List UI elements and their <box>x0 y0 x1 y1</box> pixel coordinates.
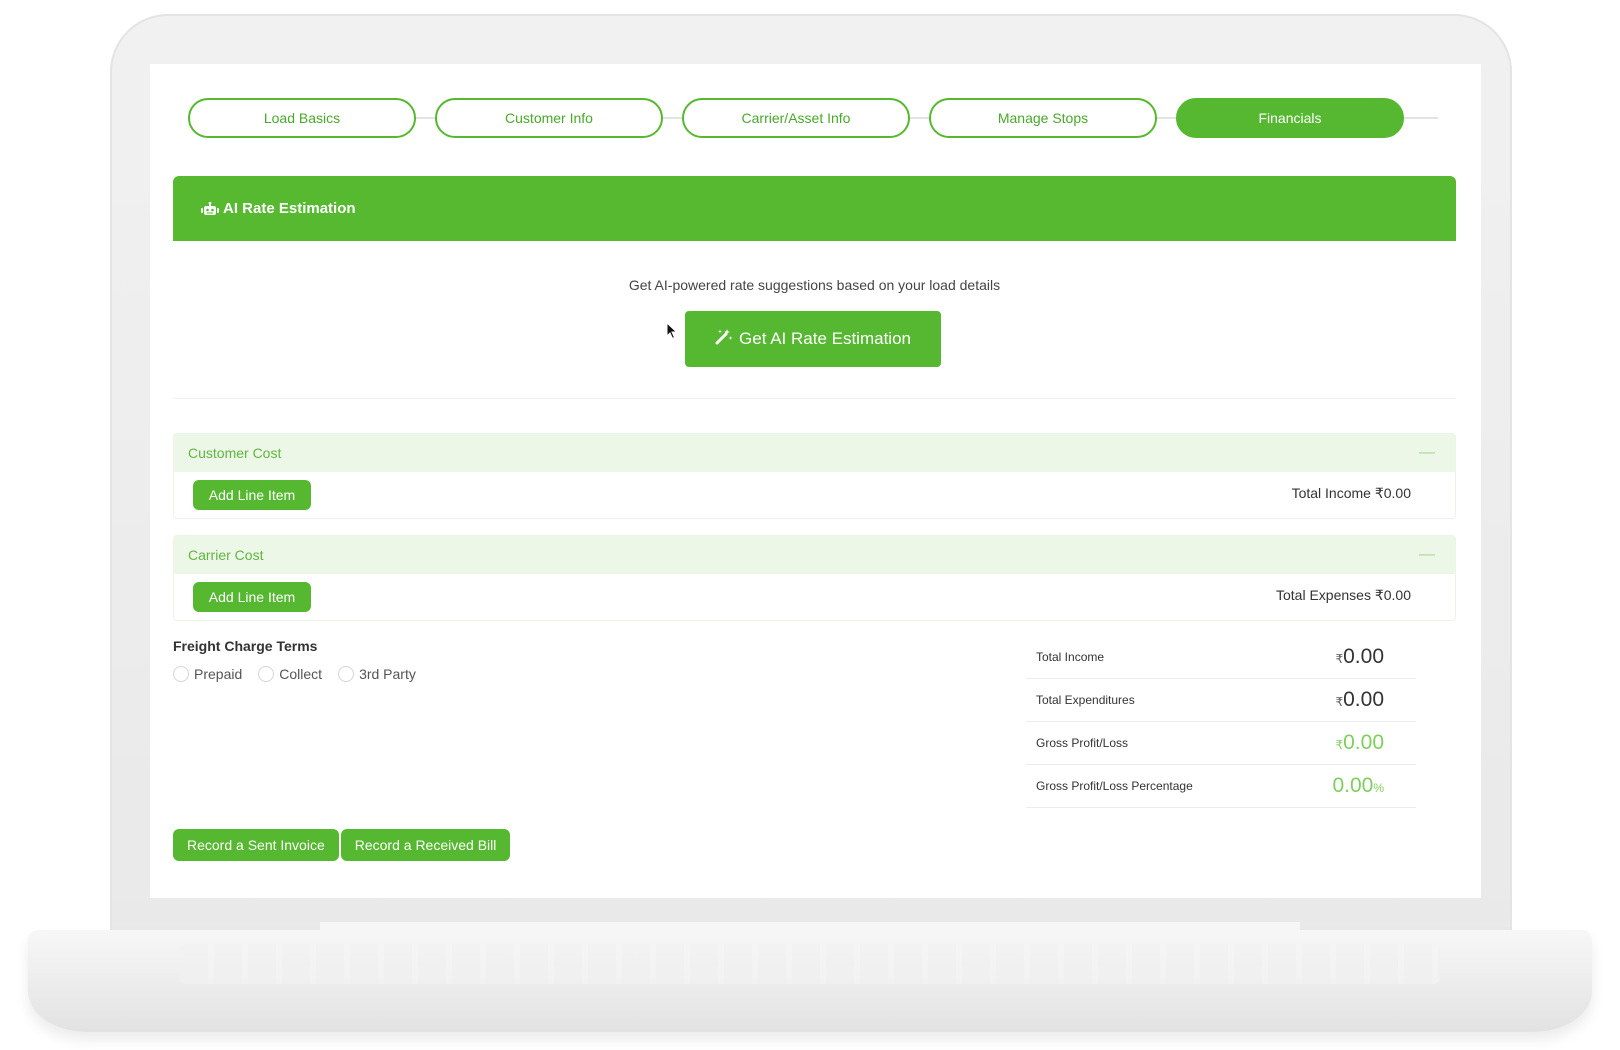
laptop-mockup: Load Basics Customer Info Carrier/Asset … <box>0 0 1620 1050</box>
freight-terms-radio-group: Prepaid Collect 3rd Party <box>173 666 416 682</box>
step-customer-info[interactable]: Customer Info <box>435 98 663 138</box>
mouse-cursor-icon <box>666 321 678 340</box>
ai-rate-estimation-header: AI Rate Estimation <box>173 176 1456 241</box>
ai-rate-estimation-card: AI Rate Estimation Get AI-powered rate s… <box>173 176 1456 399</box>
summary-amount: 0.00 <box>1343 731 1384 754</box>
ai-rate-estimation-description: Get AI-powered rate suggestions based on… <box>628 277 1001 293</box>
robot-icon <box>201 201 219 216</box>
summary-label: Total Expenditures <box>1036 693 1135 707</box>
record-sent-invoice-button[interactable]: Record a Sent Invoice <box>173 829 339 861</box>
step-manage-stops[interactable]: Manage Stops <box>929 98 1157 138</box>
collapse-icon[interactable]: — <box>1419 546 1435 564</box>
summary-row-gross-profit-loss: Gross Profit/Loss ₹0.00 <box>1026 722 1416 765</box>
carrier-cost-title: Carrier Cost <box>188 547 264 563</box>
laptop-keyboard <box>180 944 1440 984</box>
collapse-icon[interactable]: — <box>1419 444 1435 462</box>
radio-3rd-party[interactable]: 3rd Party <box>338 666 416 682</box>
customer-cost-body: Add Line Item Total Income ₹0.00 <box>174 472 1455 518</box>
magic-wand-icon <box>715 328 733 351</box>
radio-circle[interactable] <box>258 666 275 682</box>
summary-row-total-income: Total Income ₹0.00 <box>1026 636 1416 679</box>
radio-label: Collect <box>279 666 323 682</box>
summary-row-gross-profit-loss-percentage: Gross Profit/Loss Percentage 0.00% <box>1026 765 1416 808</box>
summary-label: Total Income <box>1036 650 1105 664</box>
percent-symbol: % <box>1373 781 1384 795</box>
customer-cost-title: Customer Cost <box>188 445 282 461</box>
customer-add-line-item-button[interactable]: Add Line Item <box>193 480 311 510</box>
get-ai-rate-estimation-label: Get AI Rate Estimation <box>739 329 911 348</box>
radio-label: 3rd Party <box>359 666 416 682</box>
customer-cost-header[interactable]: Customer Cost — <box>174 434 1455 472</box>
step-financials[interactable]: Financials <box>1176 98 1404 138</box>
carrier-cost-body: Add Line Item Total Expenses ₹0.00 <box>174 574 1455 620</box>
carrier-cost-header[interactable]: Carrier Cost — <box>174 536 1455 574</box>
carrier-add-line-item-button[interactable]: Add Line Item <box>193 582 311 612</box>
ai-rate-estimation-title: AI Rate Estimation <box>223 200 356 217</box>
summary-amount: 0.00 <box>1343 645 1384 668</box>
summary-value: 0.00% <box>1332 774 1384 798</box>
currency-symbol: ₹ <box>1335 652 1344 666</box>
stepper: Load Basics Customer Info Carrier/Asset … <box>188 98 1448 138</box>
radio-circle[interactable] <box>338 666 355 682</box>
laptop-hinge <box>320 922 1300 936</box>
currency-symbol: ₹ <box>1335 695 1344 709</box>
record-received-bill-button[interactable]: Record a Received Bill <box>340 829 511 861</box>
freight-charge-terms: Freight Charge Terms Prepaid Collect 3rd… <box>173 638 416 682</box>
summary-amount: 0.00 <box>1343 688 1384 711</box>
record-actions: Record a Sent Invoice Record a Received … <box>173 829 511 861</box>
currency-symbol: ₹ <box>1335 738 1344 752</box>
carrier-total-expenses: Total Expenses ₹0.00 <box>1276 587 1411 603</box>
summary-label: Gross Profit/Loss <box>1036 736 1129 750</box>
summary-label: Gross Profit/Loss Percentage <box>1036 779 1193 793</box>
radio-label: Prepaid <box>194 666 243 682</box>
carrier-cost-section: Carrier Cost — Add Line Item Total Expen… <box>173 535 1456 621</box>
customer-total-income: Total Income ₹0.00 <box>1291 485 1411 501</box>
summary-value: ₹0.00 <box>1335 645 1384 669</box>
freight-charge-terms-title: Freight Charge Terms <box>173 638 318 654</box>
step-carrier-asset-info[interactable]: Carrier/Asset Info <box>682 98 910 138</box>
get-ai-rate-estimation-button[interactable]: Get AI Rate Estimation <box>685 311 941 367</box>
laptop-screen: Load Basics Customer Info Carrier/Asset … <box>150 64 1481 898</box>
summary-value: ₹0.00 <box>1335 688 1384 712</box>
radio-circle[interactable] <box>173 666 189 682</box>
summary-amount: 0.00 <box>1332 774 1374 797</box>
radio-collect[interactable]: Collect <box>258 666 322 682</box>
summary-row-total-expenditures: Total Expenditures ₹0.00 <box>1026 679 1416 722</box>
financial-summary: Total Income ₹0.00 Total Expenditures ₹0… <box>1026 636 1416 808</box>
step-load-basics[interactable]: Load Basics <box>188 98 416 138</box>
radio-prepaid[interactable]: Prepaid <box>173 666 242 682</box>
summary-value: ₹0.00 <box>1335 731 1384 755</box>
customer-cost-section: Customer Cost — Add Line Item Total Inco… <box>173 433 1456 519</box>
